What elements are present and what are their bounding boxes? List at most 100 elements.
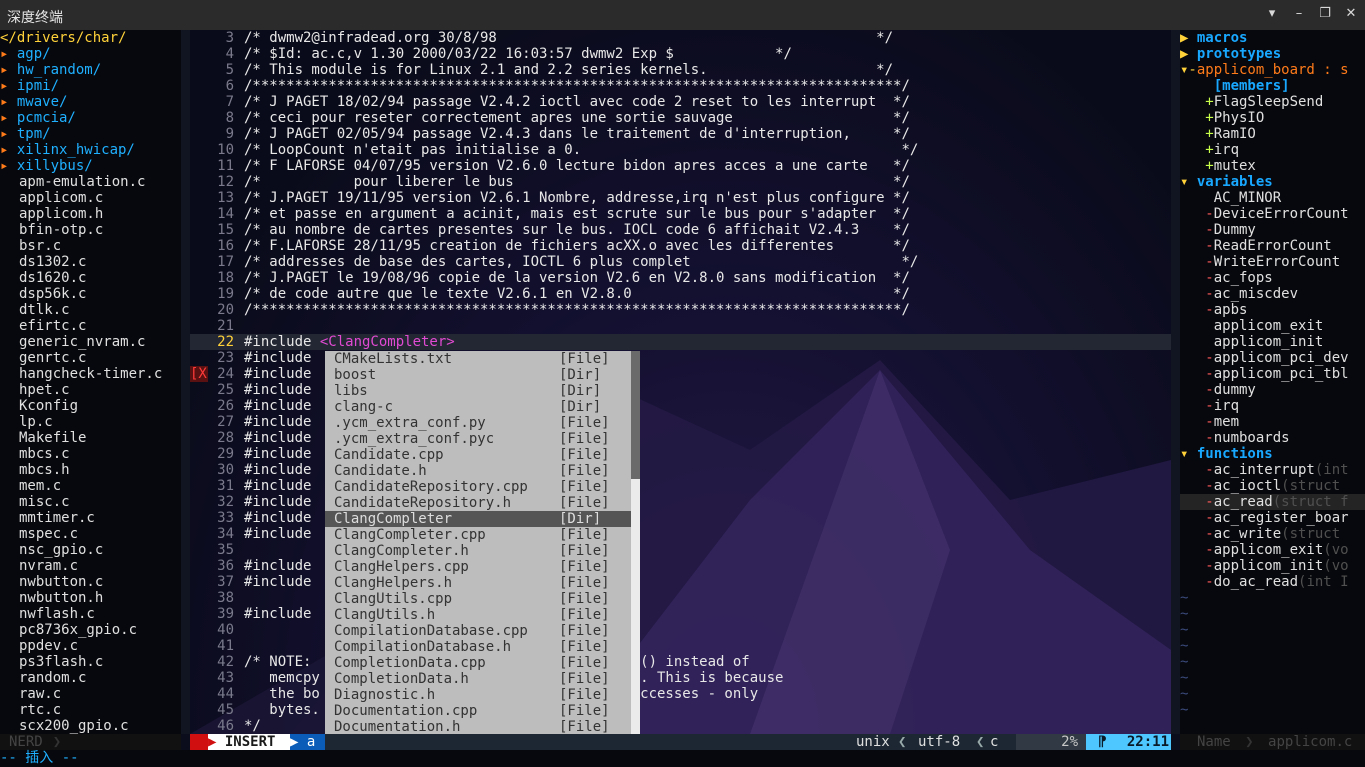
completion-item[interactable]: CandidateRepository.h [File] bbox=[325, 495, 631, 511]
nerdtree-dir[interactable]: ▸ mwave/ bbox=[0, 94, 181, 110]
nerdtree-file-name[interactable]: nwflash.c bbox=[19, 606, 95, 622]
tagbar-entry[interactable]: -applicom_pci_dev bbox=[1180, 350, 1365, 366]
nerdtree-file-name[interactable]: applicom.h bbox=[19, 206, 103, 222]
nerdtree-file[interactable]: mem.c bbox=[0, 478, 181, 494]
code-line[interactable]: 6 /**************************************… bbox=[190, 78, 1171, 94]
nerdtree-file-name[interactable]: nwbutton.c bbox=[19, 574, 103, 590]
code-line[interactable]: 19 /* de code autre que le texte V2.6.1 e… bbox=[190, 286, 1171, 302]
tagbar-tag-name[interactable]: ac_fops bbox=[1214, 270, 1273, 286]
nerdtree-dir-name[interactable]: ipmi/ bbox=[17, 78, 59, 94]
nerdtree-file[interactable]: nwflash.c bbox=[0, 606, 181, 622]
nerdtree-file[interactable]: lp.c bbox=[0, 414, 181, 430]
tagbar-entry[interactable]: -ac_write(struct bbox=[1180, 526, 1365, 542]
nerdtree-file[interactable]: pc8736x_gpio.c bbox=[0, 622, 181, 638]
tagbar-tag-name[interactable]: RamIO bbox=[1214, 126, 1256, 142]
nerdtree-file-name[interactable]: raw.c bbox=[19, 686, 61, 702]
nerdtree-file[interactable]: ppdev.c bbox=[0, 638, 181, 654]
tagbar-entry[interactable]: -do_ac_read(int I bbox=[1180, 574, 1365, 590]
nerdtree-dir[interactable]: ▸ xillybus/ bbox=[0, 158, 181, 174]
code-line[interactable]: 7 /* J PAGET 18/02/94 passage V2.4.2 ioct… bbox=[190, 94, 1171, 110]
tagbar-tag-name[interactable]: [members] bbox=[1214, 78, 1290, 94]
tagbar-tag-name[interactable]: FlagSleepSend bbox=[1214, 94, 1324, 110]
nerdtree-dir[interactable]: ▸ ipmi/ bbox=[0, 78, 181, 94]
nerdtree-dir[interactable]: ▸ tpm/ bbox=[0, 126, 181, 142]
tagbar-entry[interactable]: +irq bbox=[1180, 142, 1365, 158]
nerdtree-file[interactable]: mbcs.c bbox=[0, 446, 181, 462]
completion-item[interactable]: clang-c [Dir] bbox=[325, 399, 631, 415]
tagbar-entry[interactable]: -ac_interrupt(int bbox=[1180, 462, 1365, 478]
nerdtree-file[interactable]: ds1302.c bbox=[0, 254, 181, 270]
nerdtree-file-name[interactable]: lp.c bbox=[19, 414, 53, 430]
nerdtree-file[interactable]: raw.c bbox=[0, 686, 181, 702]
nerdtree-file-name[interactable]: misc.c bbox=[19, 494, 70, 510]
code-line[interactable]: 13 /* J.PAGET 19/11/95 version V2.6.1 Nom… bbox=[190, 190, 1171, 206]
tagbar-tag-name[interactable]: DeviceErrorCount bbox=[1214, 206, 1349, 222]
nerdtree-file-name[interactable]: nvram.c bbox=[19, 558, 78, 574]
tagbar-entry[interactable]: -applicom_pci_tbl bbox=[1180, 366, 1365, 382]
nerdtree-file-name[interactable]: ppdev.c bbox=[19, 638, 78, 654]
maximize-button[interactable]: ❐ bbox=[1314, 3, 1336, 25]
nerdtree-file[interactable]: dsp56k.c bbox=[0, 286, 181, 302]
tagbar-entry[interactable]: +mutex bbox=[1180, 158, 1365, 174]
nerdtree-file[interactable]: mbcs.h bbox=[0, 462, 181, 478]
nerdtree-file-name[interactable]: random.c bbox=[19, 670, 86, 686]
tagbar-tag-name[interactable]: ac_write bbox=[1214, 526, 1281, 542]
nerdtree-file[interactable]: bsr.c bbox=[0, 238, 181, 254]
tagbar-entry[interactable]: -applicom_init(vo bbox=[1180, 558, 1365, 574]
close-button[interactable]: ✕ bbox=[1340, 3, 1362, 25]
nerdtree-file[interactable]: efirtc.c bbox=[0, 318, 181, 334]
tagbar-tag-name[interactable]: irq bbox=[1214, 398, 1239, 414]
tagbar-tag-name[interactable]: ac_miscdev bbox=[1214, 286, 1298, 302]
tagbar-tag-name[interactable]: applicom_pci_dev bbox=[1214, 350, 1349, 366]
code-line[interactable]: 12 /* pour liberer le bus */ bbox=[190, 174, 1171, 190]
nerdtree-dir[interactable]: ▸ pcmcia/ bbox=[0, 110, 181, 126]
tagbar-entry[interactable]: -dummy bbox=[1180, 382, 1365, 398]
nerdtree-file-name[interactable]: mem.c bbox=[19, 478, 61, 494]
nerdtree-file-name[interactable]: hangcheck-timer.c bbox=[19, 366, 162, 382]
completion-item[interactable]: ClangUtils.h [File] bbox=[325, 607, 631, 623]
tagbar-entry[interactable]: +FlagSleepSend bbox=[1180, 94, 1365, 110]
completion-item[interactable]: CompilationDatabase.h [File] bbox=[325, 639, 631, 655]
code-line[interactable]: 20 /*************************************… bbox=[190, 302, 1171, 318]
tagbar-entry[interactable]: [members] bbox=[1180, 78, 1365, 94]
tagbar-tag-name[interactable]: applicom_exit bbox=[1214, 318, 1324, 334]
completion-item[interactable]: .ycm_extra_conf.pyc [File] bbox=[325, 431, 631, 447]
tagbar-tag-name[interactable]: ac_ioctl bbox=[1214, 478, 1281, 494]
nerdtree-root[interactable]: </drivers/char/ bbox=[0, 30, 181, 46]
code-line[interactable]: 9 /* J PAGET 02/05/94 passage V2.4.3 dans… bbox=[190, 126, 1171, 142]
nerdtree-file-name[interactable]: dsp56k.c bbox=[19, 286, 86, 302]
nerdtree-panel[interactable]: </drivers/char/▸ agp/▸ hw_random/▸ ipmi/… bbox=[0, 30, 181, 734]
code-line[interactable]: 11 /* F LAFORSE 04/07/95 version V2.6.0 l… bbox=[190, 158, 1171, 174]
nerdtree-file[interactable]: scx200_gpio.c bbox=[0, 718, 181, 734]
nerdtree-file[interactable]: Makefile bbox=[0, 430, 181, 446]
nerdtree-file[interactable]: dtlk.c bbox=[0, 302, 181, 318]
completion-item[interactable]: CompilationDatabase.cpp [File] bbox=[325, 623, 631, 639]
nerdtree-file-name[interactable]: rtc.c bbox=[19, 702, 61, 718]
nerdtree-file-name[interactable]: ps3flash.c bbox=[19, 654, 103, 670]
nerdtree-file[interactable]: misc.c bbox=[0, 494, 181, 510]
tagbar-tag-name[interactable]: prototypes bbox=[1197, 46, 1281, 62]
completion-item[interactable]: ClangUtils.cpp [File] bbox=[325, 591, 631, 607]
nerdtree-file-name[interactable]: efirtc.c bbox=[19, 318, 86, 334]
nerdtree-file[interactable]: mmtimer.c bbox=[0, 510, 181, 526]
nerdtree-file[interactable]: rtc.c bbox=[0, 702, 181, 718]
tagbar-entry[interactable]: -ac_miscdev bbox=[1180, 286, 1365, 302]
tagbar-tag-name[interactable]: applicom_exit bbox=[1214, 542, 1324, 558]
tagbar-entry[interactable]: -mem bbox=[1180, 414, 1365, 430]
code-line[interactable]: 14 /* et passe en argument a acinit, mais… bbox=[190, 206, 1171, 222]
nerdtree-file[interactable]: ps3flash.c bbox=[0, 654, 181, 670]
nerdtree-file-name[interactable]: mmtimer.c bbox=[19, 510, 95, 526]
nerdtree-file-name[interactable]: nwbutton.h bbox=[19, 590, 103, 606]
code-line[interactable]: 5 /* This module is for Linux 2.1 and 2.2… bbox=[190, 62, 1171, 78]
code-line[interactable]: 17 /* addresses de base des cartes, IOCTL… bbox=[190, 254, 1171, 270]
completion-item[interactable]: Documentation.h [File] bbox=[325, 719, 631, 735]
completion-item[interactable]: ClangCompleter.h [File] bbox=[325, 543, 631, 559]
nerdtree-file-name[interactable]: bfin-otp.c bbox=[19, 222, 103, 238]
code-line[interactable]: 15 /* au nombre de cartes presentes sur l… bbox=[190, 222, 1171, 238]
nerdtree-file[interactable]: apm-emulation.c bbox=[0, 174, 181, 190]
completion-item[interactable]: boost [Dir] bbox=[325, 367, 631, 383]
nerdtree-file[interactable]: nwbutton.h bbox=[0, 590, 181, 606]
completion-item[interactable]: CompletionData.cpp [File] bbox=[325, 655, 631, 671]
completion-item[interactable]: ClangHelpers.cpp [File] bbox=[325, 559, 631, 575]
completion-item[interactable]: Candidate.h [File] bbox=[325, 463, 631, 479]
